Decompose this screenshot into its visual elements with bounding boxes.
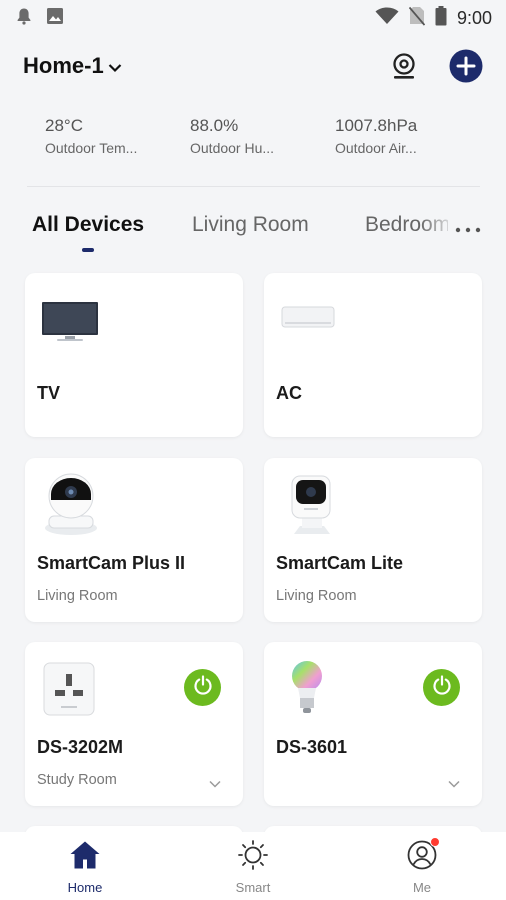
humidity-value: 88.0% xyxy=(190,116,239,135)
chevron-down-icon[interactable] xyxy=(448,775,460,793)
device-card-ds-3202m[interactable]: DS-3202M Study Room xyxy=(25,642,243,806)
device-room: Study Room xyxy=(37,772,117,788)
cube-camera-icon xyxy=(286,472,338,541)
device-card-smartcam-lite[interactable]: SmartCam Lite Living Room xyxy=(264,458,482,622)
camera-icon xyxy=(390,52,418,85)
tv-icon xyxy=(41,301,99,348)
home-selector[interactable]: Home-1 xyxy=(23,53,122,79)
device-room: Living Room xyxy=(276,588,357,604)
nav-smart-label: Smart xyxy=(235,880,271,895)
device-card-ac[interactable]: AC xyxy=(264,273,482,437)
status-bar: 9:00 xyxy=(0,0,506,36)
smart-bulb-icon xyxy=(290,660,324,721)
add-icon xyxy=(449,49,483,88)
power-icon xyxy=(193,675,213,700)
device-card-tv[interactable]: TV xyxy=(25,273,243,437)
power-icon xyxy=(432,675,452,700)
add-device-button[interactable] xyxy=(448,49,484,88)
tab-all-devices[interactable]: All Devices xyxy=(32,213,144,237)
nav-home[interactable]: Home xyxy=(35,840,135,895)
chevron-down-icon xyxy=(108,53,122,79)
device-name: DS-3601 xyxy=(276,737,348,757)
pressure-label: Outdoor Air... xyxy=(335,140,417,156)
device-name: SmartCam Plus II xyxy=(37,553,186,573)
battery-icon xyxy=(435,5,447,31)
pressure-value: 1007.8hPa xyxy=(335,116,418,135)
sun-icon xyxy=(237,840,269,875)
chevron-down-icon[interactable] xyxy=(209,775,221,793)
app-header: Home-1 xyxy=(0,46,506,90)
home-name: Home-1 xyxy=(23,53,104,78)
air-conditioner-icon xyxy=(281,306,335,335)
clock-time: 9:00 xyxy=(456,7,492,28)
user-icon xyxy=(406,837,440,875)
pan-tilt-camera-icon xyxy=(43,472,99,541)
bottom-navigation: Home Smart Me xyxy=(0,832,506,900)
notification-badge xyxy=(430,837,440,847)
nav-home-label: Home xyxy=(67,880,103,895)
no-sim-icon xyxy=(408,6,426,31)
power-toggle-button[interactable] xyxy=(423,669,460,706)
temperature-value: 28°C xyxy=(45,116,83,135)
home-icon xyxy=(69,840,101,875)
weather-humidity: 88.0% Outdoor Hu... xyxy=(190,116,320,156)
room-tabs: All Devices Living Room Bedroom xyxy=(0,206,506,256)
more-tabs-button[interactable] xyxy=(448,216,488,242)
device-name: AC xyxy=(276,383,302,403)
camera-button[interactable] xyxy=(386,50,422,86)
device-name: TV xyxy=(37,383,61,403)
weather-panel: 28°C Outdoor Tem... 88.0% Outdoor Hu... … xyxy=(0,116,506,176)
more-icon xyxy=(455,220,481,238)
tab-indicator xyxy=(82,248,94,252)
nav-me-label: Me xyxy=(412,880,432,895)
image-icon xyxy=(46,7,64,30)
smart-plug-icon xyxy=(43,662,95,721)
weather-pressure: 1007.8hPa Outdoor Air... xyxy=(335,116,465,156)
humidity-label: Outdoor Hu... xyxy=(190,140,275,156)
divider xyxy=(27,186,480,187)
device-room: Living Room xyxy=(37,588,118,604)
tab-living-room[interactable]: Living Room xyxy=(192,213,309,237)
nav-me[interactable]: Me xyxy=(372,837,472,895)
device-card-ds-3601[interactable]: DS-3601 xyxy=(264,642,482,806)
device-name: SmartCam Lite xyxy=(276,553,404,573)
device-card-smartcam-plus[interactable]: SmartCam Plus II Living Room xyxy=(25,458,243,622)
power-toggle-button[interactable] xyxy=(184,669,221,706)
temperature-label: Outdoor Tem... xyxy=(45,140,138,156)
weather-temperature: 28°C Outdoor Tem... xyxy=(45,116,175,156)
wifi-icon xyxy=(375,7,399,30)
device-name: DS-3202M xyxy=(37,737,124,757)
notification-bell-icon xyxy=(16,7,32,30)
nav-smart[interactable]: Smart xyxy=(203,840,303,895)
